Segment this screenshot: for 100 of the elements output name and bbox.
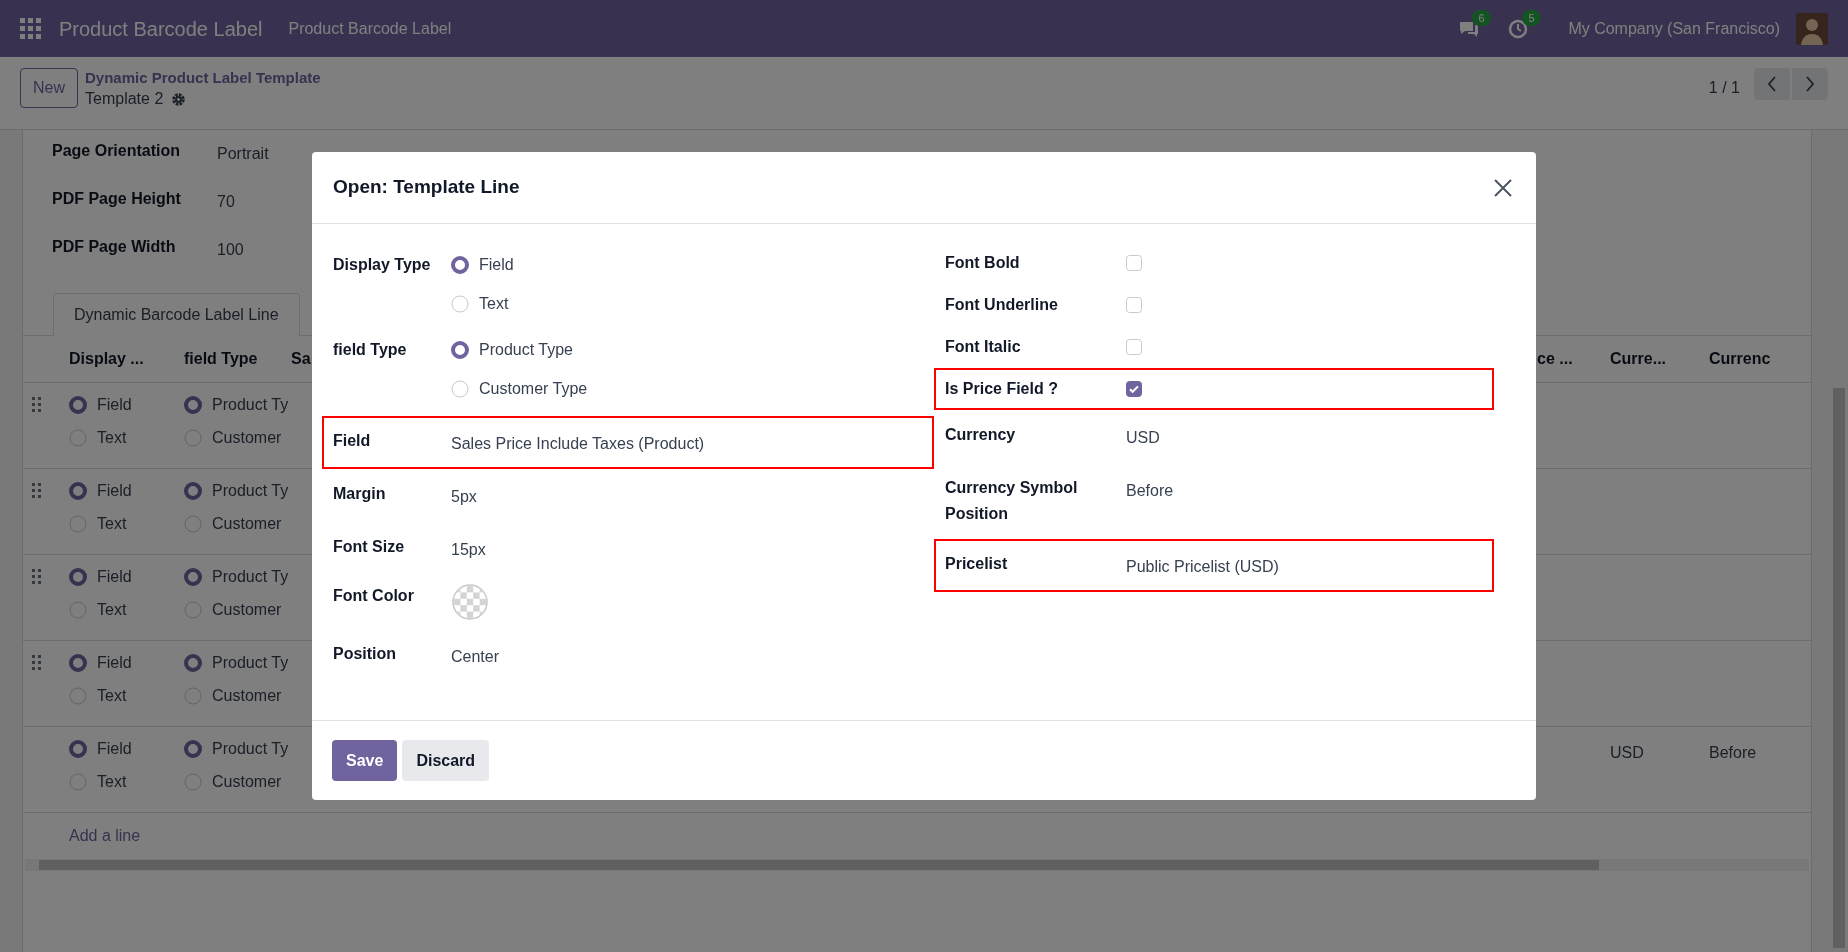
radio-label[interactable]: Product Type	[479, 338, 573, 362]
radio-button[interactable]	[184, 429, 202, 447]
radio-button[interactable]	[184, 740, 202, 758]
field-label: Is Price Field ?	[945, 379, 1059, 399]
radio-label[interactable]: Customer	[212, 598, 282, 622]
radio-button[interactable]	[69, 568, 87, 586]
next-button[interactable]	[1792, 68, 1828, 100]
field-label: Font Italic	[945, 337, 1022, 357]
previous-button[interactable]	[1754, 68, 1790, 100]
radio-label[interactable]: Customer	[212, 512, 282, 536]
dialog-title: Open: Template Line	[333, 175, 520, 200]
breadcrumb-link[interactable]: Dynamic Product Label Template	[85, 68, 321, 88]
radio-label[interactable]: Text	[97, 684, 127, 708]
radio-label[interactable]: Text	[97, 598, 127, 622]
radio-label[interactable]: Field	[479, 253, 514, 277]
radio-label[interactable]: Product Ty	[212, 651, 289, 675]
radio-button[interactable]	[184, 515, 202, 533]
radio-label[interactable]: Text	[479, 292, 509, 316]
radio-button[interactable]	[184, 773, 202, 791]
radio-button[interactable]	[69, 429, 87, 447]
column-header[interactable]: Curre...	[1610, 347, 1666, 371]
new-button[interactable]: New	[20, 68, 78, 108]
radio-button[interactable]	[451, 380, 469, 398]
radio-button[interactable]	[184, 482, 202, 500]
checkbox[interactable]	[1126, 339, 1142, 355]
radio-button[interactable]	[69, 740, 87, 758]
radio-label[interactable]: Field	[97, 565, 132, 589]
drag-handle-icon[interactable]	[32, 569, 42, 585]
color-swatch[interactable]	[451, 583, 489, 621]
settings-icon[interactable]	[171, 91, 187, 107]
vertical-scrollbar[interactable]	[1833, 388, 1845, 948]
close-icon	[1494, 178, 1512, 197]
radio-button[interactable]	[451, 341, 469, 359]
radio-button[interactable]	[69, 601, 87, 619]
radio-button[interactable]	[184, 687, 202, 705]
radio-label[interactable]: Field	[97, 737, 132, 761]
checkbox[interactable]	[1126, 297, 1142, 313]
radio-label[interactable]: Product Ty	[212, 565, 289, 589]
field-label: Currency Symbol Position	[945, 478, 1079, 524]
drag-handle-icon[interactable]	[32, 397, 42, 413]
activity-count: 5	[1522, 9, 1541, 26]
field-value: Before	[1126, 481, 1174, 501]
radio-label[interactable]: Customer Type	[479, 377, 588, 401]
radio-label[interactable]: Text	[97, 426, 127, 450]
radio-button[interactable]	[69, 396, 87, 414]
save-button[interactable]: Save	[332, 740, 398, 781]
radio-button[interactable]	[451, 256, 469, 274]
clock-icon[interactable]	[1508, 18, 1529, 39]
field-value: Center	[451, 647, 500, 667]
field-label: Page Orientation	[52, 141, 182, 161]
field-label: PDF Page Width	[52, 237, 177, 257]
radio-button[interactable]	[69, 654, 87, 672]
radio-button[interactable]	[69, 687, 87, 705]
radio-label[interactable]: Product Ty	[212, 737, 289, 761]
radio-button[interactable]	[184, 396, 202, 414]
field-value: Sales Price Include Taxes (Product)	[451, 434, 705, 454]
radio-label[interactable]: Product Ty	[212, 479, 289, 503]
company-name[interactable]: My Company (San Francisco)	[1568, 16, 1780, 41]
radio-button[interactable]	[184, 654, 202, 672]
apps-menu-icon[interactable]	[20, 17, 42, 40]
radio-button[interactable]	[184, 601, 202, 619]
field-value: 70	[217, 192, 235, 212]
add-line-link[interactable]: Add a line	[69, 824, 141, 848]
discard-button[interactable]: Discard	[402, 740, 490, 781]
field-label: Font Underline	[945, 295, 1059, 315]
radio-button[interactable]	[69, 515, 87, 533]
radio-button[interactable]	[69, 773, 87, 791]
app-name[interactable]: Product Barcode Label	[59, 13, 263, 44]
field-value: Portrait	[217, 144, 269, 164]
drag-handle-icon[interactable]	[32, 655, 42, 671]
column-header[interactable]: Currenc	[1709, 347, 1771, 371]
radio-button[interactable]	[184, 568, 202, 586]
field-value: 15px	[451, 540, 486, 560]
radio-label[interactable]: Customer	[212, 770, 282, 794]
chevron-left-icon	[1767, 76, 1777, 92]
radio-label[interactable]: Field	[97, 651, 132, 675]
radio-label[interactable]: Text	[97, 770, 127, 794]
tab[interactable]: Dynamic Barcode Label Line	[53, 293, 300, 337]
checkbox[interactable]	[1126, 255, 1142, 271]
field-label: Font Bold	[945, 253, 1021, 273]
table-cell-text: USD	[1610, 743, 1644, 763]
radio-button[interactable]	[69, 482, 87, 500]
radio-label[interactable]: Field	[97, 393, 132, 417]
field-label: Font Size	[333, 537, 406, 557]
drag-handle-icon[interactable]	[32, 483, 42, 499]
radio-label[interactable]: Product Ty	[212, 393, 289, 417]
horizontal-scrollbar[interactable]	[25, 859, 1809, 871]
column-header[interactable]: Display ...	[69, 347, 144, 371]
radio-label[interactable]: Field	[97, 479, 132, 503]
avatar[interactable]	[1796, 12, 1828, 45]
field-label: Currency	[945, 425, 1017, 445]
radio-label[interactable]: Text	[97, 512, 127, 536]
checkbox[interactable]	[1126, 381, 1142, 397]
radio-button[interactable]	[451, 295, 469, 313]
column-header[interactable]: Sa	[291, 347, 311, 371]
column-header[interactable]: ce ...	[1537, 347, 1573, 371]
menu-item[interactable]: Product Barcode Label	[288, 16, 452, 41]
radio-label[interactable]: Customer	[212, 684, 282, 708]
radio-label[interactable]: Customer	[212, 426, 282, 450]
column-header[interactable]: field Type	[184, 347, 258, 371]
